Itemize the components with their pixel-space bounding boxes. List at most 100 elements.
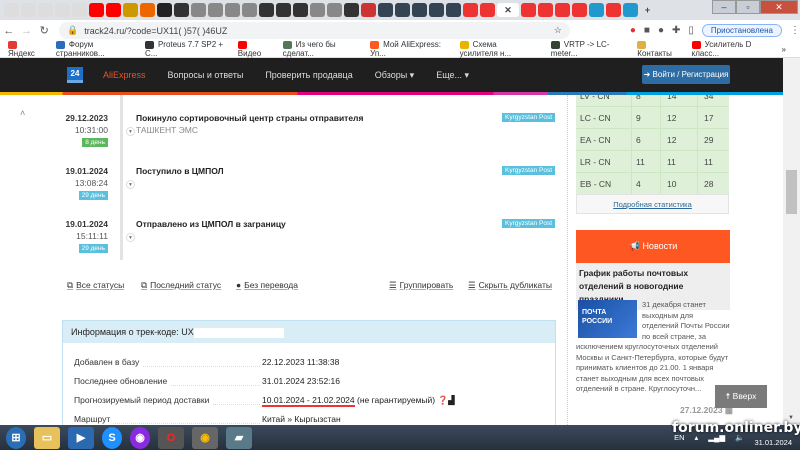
media-player-icon[interactable]: ▶ (68, 426, 94, 449)
bookmark-item[interactable]: Контакты (637, 40, 677, 58)
bookmark-item[interactable]: Форум странников... (55, 40, 131, 58)
browser-tab[interactable] (480, 3, 495, 17)
nav-item[interactable]: AliExpress (103, 70, 146, 81)
expand-icon[interactable]: ▼ (126, 233, 135, 242)
browser-tab[interactable] (157, 3, 172, 17)
scrollbar-thumb[interactable] (786, 170, 797, 214)
browser-tab[interactable] (589, 3, 604, 17)
browser-tab[interactable] (293, 3, 308, 17)
no-translation-link[interactable]: ● Без перевода (236, 280, 298, 290)
nav-item[interactable]: Проверить продавца (265, 70, 352, 81)
browser-tab[interactable] (327, 3, 342, 17)
browser-tab[interactable] (89, 3, 104, 17)
sidepanel-icon[interactable]: ▯ (688, 25, 694, 36)
login-button[interactable]: ➜ Войти / Регистрация (642, 65, 730, 84)
browser-tab[interactable] (21, 3, 36, 17)
maximize-button[interactable]: ▫ (736, 0, 760, 14)
bookmark-item[interactable]: Proteus 7.7 SP2 + C... (144, 40, 224, 58)
bookmark-item[interactable]: Мой AliExpress: Уп... (370, 40, 445, 58)
profile-button[interactable]: Приостановлена (701, 24, 782, 37)
bookmark-item[interactable]: Усилитель D класс... (691, 40, 768, 58)
extension-icon[interactable]: ● (658, 25, 664, 36)
minimize-button[interactable]: – (712, 0, 736, 14)
bookmark-item[interactable]: Видео (237, 40, 269, 58)
clock-date[interactable]: 31.01.2024 (754, 438, 792, 447)
browser-tab[interactable] (242, 3, 257, 17)
browser-tab[interactable] (225, 3, 240, 17)
url-input[interactable]: 🔒 track24.ru/?code=UX11( )57( )46UZ ☆ (59, 22, 570, 39)
browser-tab[interactable] (38, 3, 53, 17)
expand-icon[interactable]: ▼ (126, 180, 135, 189)
bookmark-item[interactable]: VRTP -> LC-meter... (550, 40, 624, 58)
browser-tab[interactable] (310, 3, 325, 17)
browser-tab[interactable] (4, 3, 19, 17)
browser-tab[interactable] (344, 3, 359, 17)
explorer-icon[interactable]: ▭ (34, 426, 60, 449)
reload-icon[interactable]: ↻ (35, 24, 53, 37)
browser-tab[interactable] (191, 3, 206, 17)
browser-tab[interactable] (446, 3, 461, 17)
bookmark-item[interactable]: Яндекс (8, 40, 42, 58)
news-image[interactable]: ПОЧТА РОССИИ (578, 300, 637, 338)
lock-icon: 🔒 (67, 25, 79, 35)
notepad-icon[interactable]: ▰ (226, 426, 252, 449)
stats-row: EB - CN 4 10 28 (576, 172, 729, 194)
browser-tab[interactable] (412, 3, 427, 17)
info-value: 31.01.2024 23:52:16 (262, 376, 340, 386)
browser-tab[interactable] (276, 3, 291, 17)
all-statuses-link[interactable]: ⧉ Все статусы (67, 280, 124, 291)
browser-tab[interactable] (429, 3, 444, 17)
browser-tab[interactable] (123, 3, 138, 17)
puzzle-icon[interactable]: ✚ (672, 25, 680, 36)
bookmark-item[interactable]: Из чего бы сделат... (282, 40, 356, 58)
extension-icon[interactable]: ■ (644, 25, 650, 36)
chart-icon[interactable]: ▟ (448, 395, 455, 405)
new-tab-button[interactable]: + (640, 3, 655, 17)
chrome-icon[interactable]: ◉ (192, 426, 218, 449)
star-icon[interactable]: ☆ (554, 25, 562, 36)
browser-tab[interactable] (521, 3, 536, 17)
browser-tab[interactable] (606, 3, 621, 17)
browser-tab[interactable] (378, 3, 393, 17)
browser-tab[interactable] (259, 3, 274, 17)
close-window-button[interactable]: ✕ (760, 0, 798, 14)
chevron-up-icon[interactable]: ˄ (20, 108, 25, 118)
browser-tab[interactable] (208, 3, 223, 17)
browser-tab[interactable] (538, 3, 553, 17)
active-tab[interactable]: ✕ (497, 3, 519, 17)
extension-icon[interactable]: ● (630, 25, 636, 36)
nav-item[interactable]: Еще... ▾ (436, 70, 469, 81)
start-button[interactable]: ⊞ (6, 426, 26, 449)
browser-tab[interactable] (361, 3, 376, 17)
forward-icon[interactable]: → (18, 25, 36, 37)
tor-icon[interactable]: ◉ (130, 426, 150, 449)
nav-item[interactable]: Обзоры ▾ (375, 70, 414, 81)
browser-tab[interactable] (555, 3, 570, 17)
opera-icon[interactable]: O (158, 426, 184, 449)
browser-tab[interactable] (572, 3, 587, 17)
copy-icon: ⧉ (67, 280, 74, 290)
bookmarks-overflow-icon[interactable]: » (782, 45, 786, 54)
page-scrollbar[interactable]: ▼ (783, 58, 800, 425)
scroll-top-button[interactable]: 🠅 Вверх (715, 385, 767, 408)
browser-tab[interactable] (72, 3, 87, 17)
browser-tab[interactable] (55, 3, 70, 17)
hide-duplicates-link[interactable]: ☰ Скрыть дубликаты (468, 280, 552, 291)
last-status-link[interactable]: ⧉ Последний статус (141, 280, 221, 291)
menu-icon[interactable]: ⋮ (790, 25, 800, 36)
site-logo[interactable]: 24 (67, 67, 83, 83)
nav-item[interactable]: Вопросы и ответы (168, 70, 244, 81)
bookmark-item[interactable]: Схема усилителя н... (459, 40, 537, 58)
browser-tab[interactable] (106, 3, 121, 17)
browser-tab[interactable] (395, 3, 410, 17)
detailed-stats-link[interactable]: Подробная статистика (576, 194, 729, 214)
browser-tab[interactable] (623, 3, 638, 17)
help-icon[interactable]: ❓ (437, 395, 448, 405)
group-link[interactable]: ☰ Группировать (389, 280, 453, 291)
expand-icon[interactable]: ▼ (126, 127, 135, 136)
skype-icon[interactable]: S (102, 426, 122, 449)
browser-tab[interactable] (174, 3, 189, 17)
back-icon[interactable]: ← (0, 25, 18, 37)
browser-tab[interactable] (463, 3, 478, 17)
browser-tab[interactable] (140, 3, 155, 17)
